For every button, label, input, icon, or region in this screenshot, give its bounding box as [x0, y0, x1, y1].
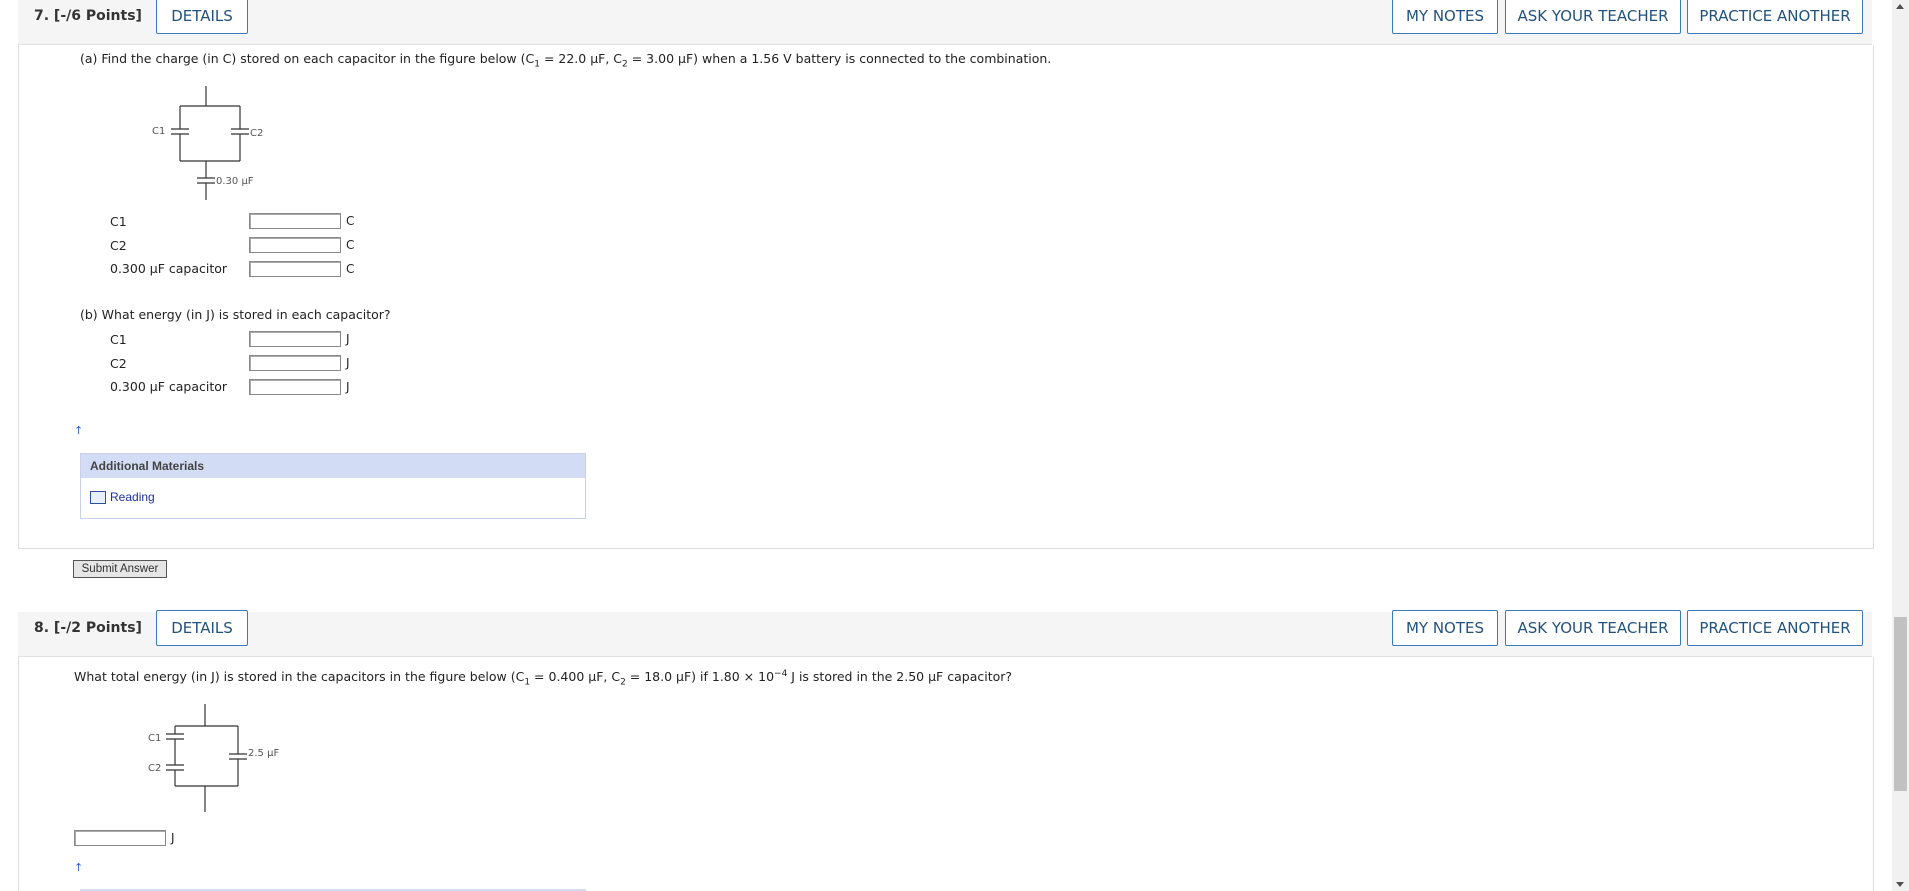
- q8-points: 8. [-/2 Points]: [34, 620, 142, 636]
- q7b-row1-label: C1: [110, 332, 127, 347]
- q7a-row1-label: C1: [110, 214, 127, 229]
- q8-fig-label-c2: C2: [148, 763, 162, 774]
- q7a-c1-input[interactable]: [249, 213, 341, 229]
- q7a-row3-label: 0.300 μF capacitor: [110, 261, 228, 276]
- q7b-c2-input[interactable]: [249, 355, 341, 371]
- q7-part-a-question: (a) Find the charge (in C) stored on eac…: [80, 51, 1052, 70]
- q7b-c1-input[interactable]: [249, 331, 341, 347]
- scroll-down-arrow-icon[interactable]: [1896, 882, 1904, 887]
- scroll-up-arrow-icon[interactable]: [1896, 4, 1904, 9]
- scrollbar[interactable]: [1892, 0, 1909, 891]
- q7-up-arrow-icon[interactable]: ↑: [74, 424, 83, 437]
- q7a-cap-input[interactable]: [249, 261, 341, 277]
- q7a-row2-unit: C: [346, 238, 355, 252]
- q7-additional-materials: Additional Materials Reading: [80, 453, 586, 519]
- q8-fig-label-cap: 2.5 μF: [248, 748, 280, 759]
- q7-my-notes-button[interactable]: MY NOTES: [1392, 0, 1498, 34]
- additional-materials-title: Additional Materials: [81, 454, 585, 478]
- q7b-row2-label: C2: [110, 356, 127, 371]
- q7-circuit-figure: [171, 86, 249, 200]
- submit-answer-button[interactable]: Submit Answer: [73, 560, 167, 578]
- reading-link[interactable]: Reading: [110, 490, 155, 504]
- q8-practice-another-button[interactable]: PRACTICE ANOTHER: [1687, 610, 1863, 646]
- q8-unit: J: [171, 831, 175, 845]
- q7-header: 7. [-/6 Points] DETAILS MY NOTES ASK YOU…: [18, 0, 1872, 45]
- q8-panel: [18, 657, 1874, 891]
- q8-header: 8. [-/2 Points] DETAILS MY NOTES ASK YOU…: [18, 610, 1872, 657]
- book-icon: [90, 491, 106, 504]
- q7-ask-teacher-button[interactable]: ASK YOUR TEACHER: [1505, 0, 1681, 34]
- q7-part-b-question: (b) What energy (in J) is stored in each…: [80, 307, 391, 322]
- q7-fig-label-c1: C1: [152, 126, 166, 137]
- q7-fig-label-cap: 0.30 μF: [216, 176, 254, 187]
- q7b-row1-unit: J: [346, 332, 350, 346]
- q8-up-arrow-icon[interactable]: ↑: [74, 861, 83, 874]
- q8-fig-label-c1: C1: [148, 733, 162, 744]
- q7-practice-another-button[interactable]: PRACTICE ANOTHER: [1687, 0, 1863, 34]
- q7b-row3-label: 0.300 μF capacitor: [110, 379, 228, 394]
- q8-details-button[interactable]: DETAILS: [156, 610, 248, 646]
- q7a-row2-label: C2: [110, 238, 127, 253]
- scrollbar-thumb[interactable]: [1894, 617, 1907, 791]
- q7a-row1-unit: C: [346, 214, 355, 228]
- q7-fig-label-c2: C2: [250, 128, 264, 139]
- q7b-cap-input[interactable]: [249, 379, 341, 395]
- q7a-c2-input[interactable]: [249, 237, 341, 253]
- q8-question: What total energy (in J) is stored in th…: [74, 669, 1013, 688]
- q7b-row3-unit: J: [346, 380, 350, 394]
- q8-my-notes-button[interactable]: MY NOTES: [1392, 610, 1498, 646]
- q8-ask-teacher-button[interactable]: ASK YOUR TEACHER: [1505, 610, 1681, 646]
- q7-points: 7. [-/6 Points]: [34, 8, 142, 24]
- q7a-row3-unit: C: [346, 262, 355, 276]
- q8-answer-input[interactable]: [74, 830, 166, 846]
- q7b-row2-unit: J: [346, 356, 350, 370]
- q7-details-button[interactable]: DETAILS: [156, 0, 248, 34]
